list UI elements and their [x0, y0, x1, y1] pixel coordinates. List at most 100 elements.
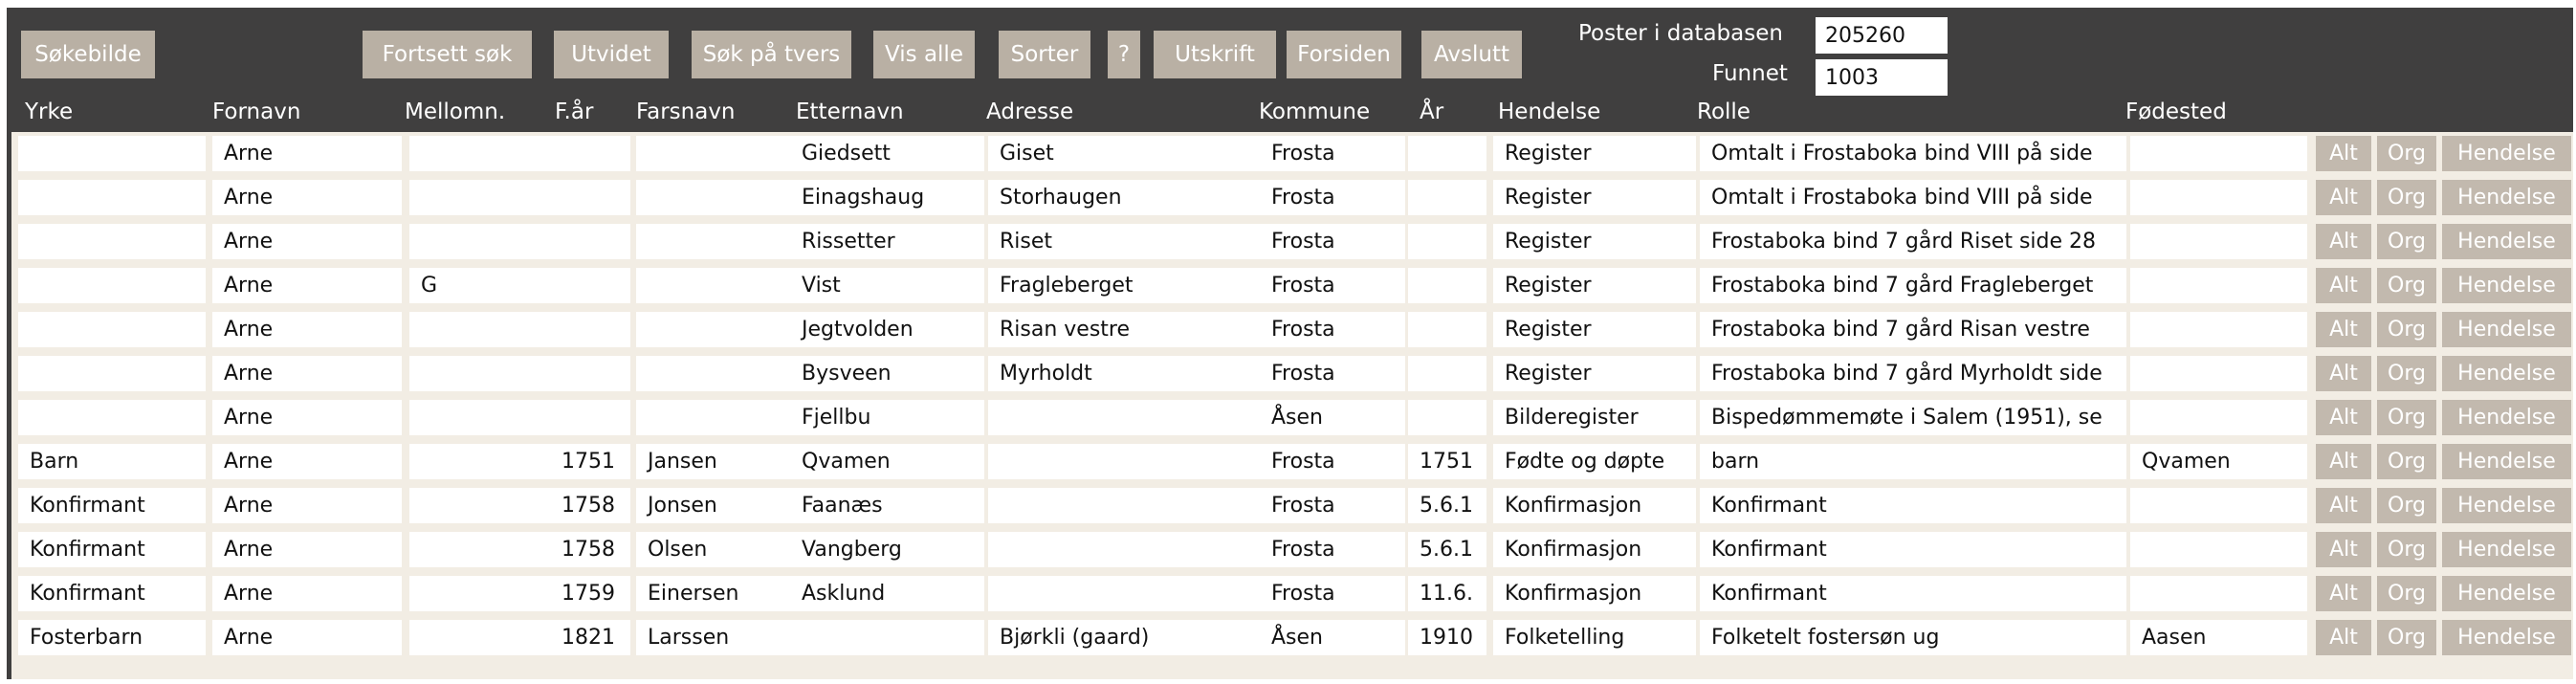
- print-button[interactable]: Utskrift: [1154, 31, 1276, 78]
- cell-adresse: Giset: [988, 136, 1267, 171]
- org-button[interactable]: Org: [2377, 620, 2436, 655]
- cell-farsnavn: [636, 136, 794, 171]
- event-button[interactable]: Hendelse: [2442, 180, 2571, 215]
- alt-button[interactable]: Alt: [2316, 400, 2371, 435]
- table-row: Arne Rissetter Riset Frosta Register Frostabo…: [11, 220, 2573, 264]
- column-header-etternavn: Etternavn: [796, 99, 904, 124]
- cross-search-button[interactable]: Søk på tvers: [692, 31, 851, 78]
- cell-etternavn: Faanæs: [790, 488, 984, 523]
- org-button[interactable]: Org: [2377, 400, 2436, 435]
- cell-aar: [1408, 136, 1486, 171]
- cell-fornavn: Arne: [212, 576, 402, 611]
- cell-faar: 1758: [550, 532, 630, 567]
- cell-mellomn: [409, 488, 553, 523]
- continue-search-button[interactable]: Fortsett søk: [363, 31, 532, 78]
- event-button[interactable]: Hendelse: [2442, 532, 2571, 567]
- alt-button[interactable]: Alt: [2316, 444, 2371, 479]
- cell-rolle: Folketelt fostersøn ug: [1700, 620, 2126, 655]
- cell-fornavn: Arne: [212, 488, 402, 523]
- cell-farsnavn: [636, 224, 794, 259]
- alt-button[interactable]: Alt: [2316, 356, 2371, 391]
- alt-button[interactable]: Alt: [2316, 224, 2371, 259]
- cell-faar: [550, 312, 630, 347]
- cell-fodested: [2130, 576, 2307, 611]
- org-button[interactable]: Org: [2377, 444, 2436, 479]
- event-button[interactable]: Hendelse: [2442, 136, 2571, 171]
- event-button[interactable]: Hendelse: [2442, 268, 2571, 303]
- cell-mellomn: [409, 576, 553, 611]
- found-label: Funnet: [1712, 61, 1788, 86]
- event-button[interactable]: Hendelse: [2442, 312, 2571, 347]
- cell-faar: 1759: [550, 576, 630, 611]
- alt-button[interactable]: Alt: [2316, 576, 2371, 611]
- column-header-hendelse: Hendelse: [1498, 99, 1601, 124]
- cell-farsnavn: [636, 268, 794, 303]
- cell-fornavn: Arne: [212, 532, 402, 567]
- column-header-rolle: Rolle: [1697, 99, 1750, 124]
- table-row: Konfirmant Arne 1759 Einersen Asklund Frosta 1…: [11, 572, 2573, 616]
- cell-fodested: [2130, 532, 2307, 567]
- cell-aar: 11.6.: [1408, 576, 1486, 611]
- cell-fodested: [2130, 224, 2307, 259]
- cell-hendelse: Register: [1493, 180, 1696, 215]
- event-button[interactable]: Hendelse: [2442, 444, 2571, 479]
- cell-mellomn: [409, 312, 553, 347]
- event-button[interactable]: Hendelse: [2442, 400, 2571, 435]
- cell-yrke: Fosterbarn: [18, 620, 206, 655]
- cell-faar: 1821: [550, 620, 630, 655]
- column-header-adresse: Adresse: [986, 99, 1074, 124]
- event-button[interactable]: Hendelse: [2442, 488, 2571, 523]
- org-button[interactable]: Org: [2377, 356, 2436, 391]
- table-row: Arne Jegtvolden Risan vestre Frosta Register…: [11, 308, 2573, 352]
- alt-button[interactable]: Alt: [2316, 488, 2371, 523]
- cell-yrke: Konfirmant: [18, 532, 206, 567]
- cell-adresse: Storhaugen: [988, 180, 1267, 215]
- org-button[interactable]: Org: [2377, 532, 2436, 567]
- cell-fornavn: Arne: [212, 620, 402, 655]
- alt-button[interactable]: Alt: [2316, 312, 2371, 347]
- cell-kommune: Frosta: [1260, 268, 1405, 303]
- show-all-button[interactable]: Vis alle: [873, 31, 975, 78]
- event-button[interactable]: Hendelse: [2442, 576, 2571, 611]
- cell-adresse: Risan vestre: [988, 312, 1267, 347]
- org-button[interactable]: Org: [2377, 488, 2436, 523]
- event-button[interactable]: Hendelse: [2442, 620, 2571, 655]
- cell-adresse: Fragleberget: [988, 268, 1267, 303]
- alt-button[interactable]: Alt: [2316, 136, 2371, 171]
- cell-etternavn: Vist: [790, 268, 984, 303]
- event-button[interactable]: Hendelse: [2442, 224, 2571, 259]
- alt-button[interactable]: Alt: [2316, 532, 2371, 567]
- table-row: Barn Arne 1751 Jansen Qvamen Frosta 1751 Fødte …: [11, 440, 2573, 484]
- cell-yrke: [18, 268, 206, 303]
- extended-button[interactable]: Utvidet: [554, 31, 669, 78]
- exit-button[interactable]: Avslutt: [1421, 31, 1522, 78]
- cell-farsnavn: Olsen: [636, 532, 794, 567]
- org-button[interactable]: Org: [2377, 576, 2436, 611]
- org-button[interactable]: Org: [2377, 136, 2436, 171]
- org-button[interactable]: Org: [2377, 312, 2436, 347]
- cell-mellomn: G: [409, 268, 553, 303]
- cell-rolle: Konfirmant: [1700, 532, 2126, 567]
- cell-yrke: Konfirmant: [18, 488, 206, 523]
- cell-aar: 5.6.1: [1408, 488, 1486, 523]
- cell-hendelse: Bilderegister: [1493, 400, 1696, 435]
- event-button[interactable]: Hendelse: [2442, 356, 2571, 391]
- alt-button[interactable]: Alt: [2316, 620, 2371, 655]
- org-button[interactable]: Org: [2377, 224, 2436, 259]
- alt-button[interactable]: Alt: [2316, 180, 2371, 215]
- help-button[interactable]: ?: [1108, 31, 1140, 78]
- org-button[interactable]: Org: [2377, 180, 2436, 215]
- cell-aar: [1408, 224, 1486, 259]
- front-page-button[interactable]: Forsiden: [1287, 31, 1401, 78]
- cell-etternavn: Jegtvolden: [790, 312, 984, 347]
- cell-rolle: Frostaboka bind 7 gård Fragleberget: [1700, 268, 2126, 303]
- search-screen-button[interactable]: Søkebilde: [21, 31, 155, 78]
- sort-button[interactable]: Sorter: [999, 31, 1090, 78]
- cell-fornavn: Arne: [212, 136, 402, 171]
- alt-button[interactable]: Alt: [2316, 268, 2371, 303]
- cell-adresse: Myrholdt: [988, 356, 1267, 391]
- cell-etternavn: [790, 620, 984, 655]
- org-button[interactable]: Org: [2377, 268, 2436, 303]
- cell-farsnavn: [636, 400, 794, 435]
- cell-yrke: [18, 180, 206, 215]
